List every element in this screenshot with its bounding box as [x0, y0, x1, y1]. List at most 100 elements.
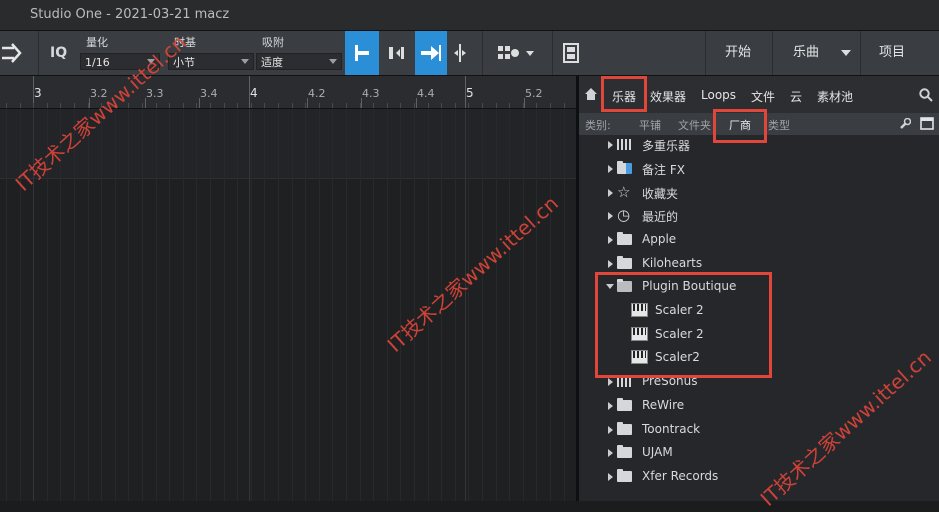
- ruler-minor-tick: [536, 103, 537, 108]
- video-button[interactable]: [558, 31, 584, 75]
- edit-tool-icon: [2, 43, 22, 63]
- browser-item[interactable]: ☆ 收藏夹: [579, 181, 939, 204]
- grid-line: [264, 109, 265, 501]
- ruler-minor-tick: [400, 103, 401, 108]
- browser-item[interactable]: 多重乐器: [579, 133, 939, 156]
- expand-open-icon[interactable]: [606, 284, 614, 289]
- grid-line: [251, 109, 252, 501]
- browser-item[interactable]: Plugin Boutique: [579, 275, 939, 298]
- chevron-down-icon: [329, 59, 337, 64]
- grid-line: [523, 109, 524, 501]
- ruler-minor-tick: [523, 103, 524, 108]
- split-button[interactable]: [449, 31, 471, 75]
- sort-vendor[interactable]: 厂商: [729, 117, 751, 133]
- split-icon: [454, 44, 466, 62]
- tab-effects[interactable]: 效果器: [650, 88, 686, 105]
- snap-value: 适度: [261, 56, 283, 69]
- ruler-minor-tick: [373, 103, 374, 108]
- add-track-button[interactable]: [493, 31, 541, 75]
- grid-line: [196, 109, 197, 501]
- ruler-label: 4.3: [362, 87, 380, 100]
- ruler-minor-tick: [251, 103, 252, 108]
- ruler-minor-tick: [74, 103, 75, 108]
- ruler-minor-tick: [564, 103, 565, 108]
- browser-item[interactable]: Scaler 2: [579, 323, 939, 346]
- browser-item-label: Scaler2: [655, 350, 700, 364]
- expand-icon[interactable]: [608, 260, 613, 268]
- browser-item[interactable]: Kilohearts: [579, 252, 939, 275]
- expand-icon[interactable]: [608, 141, 613, 149]
- arrange-view[interactable]: [0, 109, 576, 501]
- ruler-minor-tick: [305, 103, 306, 108]
- tab-cloud[interactable]: 云: [790, 88, 802, 105]
- ruler-minor-tick: [196, 103, 197, 108]
- bar-grid-line: [465, 109, 466, 501]
- grid-line: [237, 109, 238, 501]
- ruler-minor-tick: [237, 103, 238, 108]
- ruler-minor-tick: [292, 103, 293, 108]
- ruler-label: 3.4: [200, 87, 218, 100]
- sort-bar: 类别: 平铺 文件夹 厂商 类型: [579, 113, 939, 135]
- expand-icon[interactable]: [608, 402, 613, 410]
- snap-events-button[interactable]: [383, 31, 411, 75]
- browser-item[interactable]: UJAM: [579, 441, 939, 464]
- grid-line: [346, 109, 347, 501]
- project-button[interactable]: 项目: [866, 31, 918, 75]
- ruler-minor-tick: [20, 103, 21, 108]
- wrench-icon[interactable]: [899, 118, 911, 130]
- expand-icon[interactable]: [608, 449, 613, 457]
- browser-item[interactable]: Apple: [579, 228, 939, 251]
- grid-line: [6, 109, 7, 501]
- iq-button[interactable]: IQ: [50, 45, 67, 61]
- snap-to-grid-button[interactable]: [345, 31, 379, 75]
- window-title: Studio One - 2021-03-21 macz: [30, 7, 230, 22]
- browser-item[interactable]: 备注 FX: [579, 157, 939, 180]
- grid-line: [536, 109, 537, 501]
- piano-icon: [631, 303, 648, 317]
- tab-pool[interactable]: 素材池: [817, 88, 853, 105]
- ruler-minor-tick: [346, 103, 347, 108]
- tab-loops[interactable]: Loops: [701, 88, 736, 102]
- tab-instruments[interactable]: 乐器: [612, 88, 636, 105]
- snap-grid-icon: [355, 45, 369, 61]
- search-icon[interactable]: [919, 88, 933, 102]
- expand-icon[interactable]: [608, 165, 613, 173]
- home-icon[interactable]: [585, 88, 597, 100]
- grid-line: [142, 109, 143, 501]
- sort-folder[interactable]: 文件夹: [678, 117, 711, 133]
- piano-icon: [631, 327, 648, 341]
- expand-icon[interactable]: [608, 426, 613, 434]
- expand-icon[interactable]: [608, 189, 613, 197]
- browser-item-label: 多重乐器: [642, 139, 691, 153]
- browser-item[interactable]: Scaler2: [579, 346, 939, 369]
- tool-icon[interactable]: [0, 31, 24, 75]
- ruler-minor-tick: [210, 103, 211, 108]
- ruler-minor-tick: [319, 103, 320, 108]
- expand-icon[interactable]: [608, 378, 613, 386]
- browser-item[interactable]: ◷ 最近的: [579, 204, 939, 227]
- sort-type[interactable]: 类型: [768, 117, 790, 133]
- snap-label: 吸附: [262, 36, 284, 49]
- grid-line: [482, 109, 483, 501]
- browser-item[interactable]: Toontrack: [579, 418, 939, 441]
- song-button[interactable]: 乐曲: [780, 31, 832, 75]
- grid-line: [128, 109, 129, 501]
- ruler-minor-tick: [441, 103, 442, 108]
- panel-layout-icon[interactable]: [920, 117, 934, 130]
- snap-cursor-button[interactable]: [415, 31, 447, 75]
- sort-flat[interactable]: 平铺: [639, 117, 661, 133]
- grid-line: [564, 109, 565, 501]
- song-menu-button[interactable]: [836, 31, 856, 75]
- start-button[interactable]: 开始: [712, 31, 764, 75]
- ruler-label: 5.2: [525, 87, 543, 100]
- browser-item[interactable]: Scaler 2: [579, 299, 939, 322]
- snap-select[interactable]: 适度: [256, 53, 342, 70]
- browser-panel: 乐器 效果器 Loops 文件 云 素材池 类别: 平铺 文件夹 厂商 类型 多…: [579, 76, 939, 501]
- ruler-minor-tick: [455, 103, 456, 108]
- piano-icon: [631, 350, 648, 364]
- expand-icon[interactable]: [608, 236, 613, 244]
- expand-icon[interactable]: [608, 212, 613, 220]
- tab-files[interactable]: 文件: [751, 88, 775, 105]
- clock-icon: ◷: [617, 206, 631, 224]
- expand-icon[interactable]: [608, 473, 613, 481]
